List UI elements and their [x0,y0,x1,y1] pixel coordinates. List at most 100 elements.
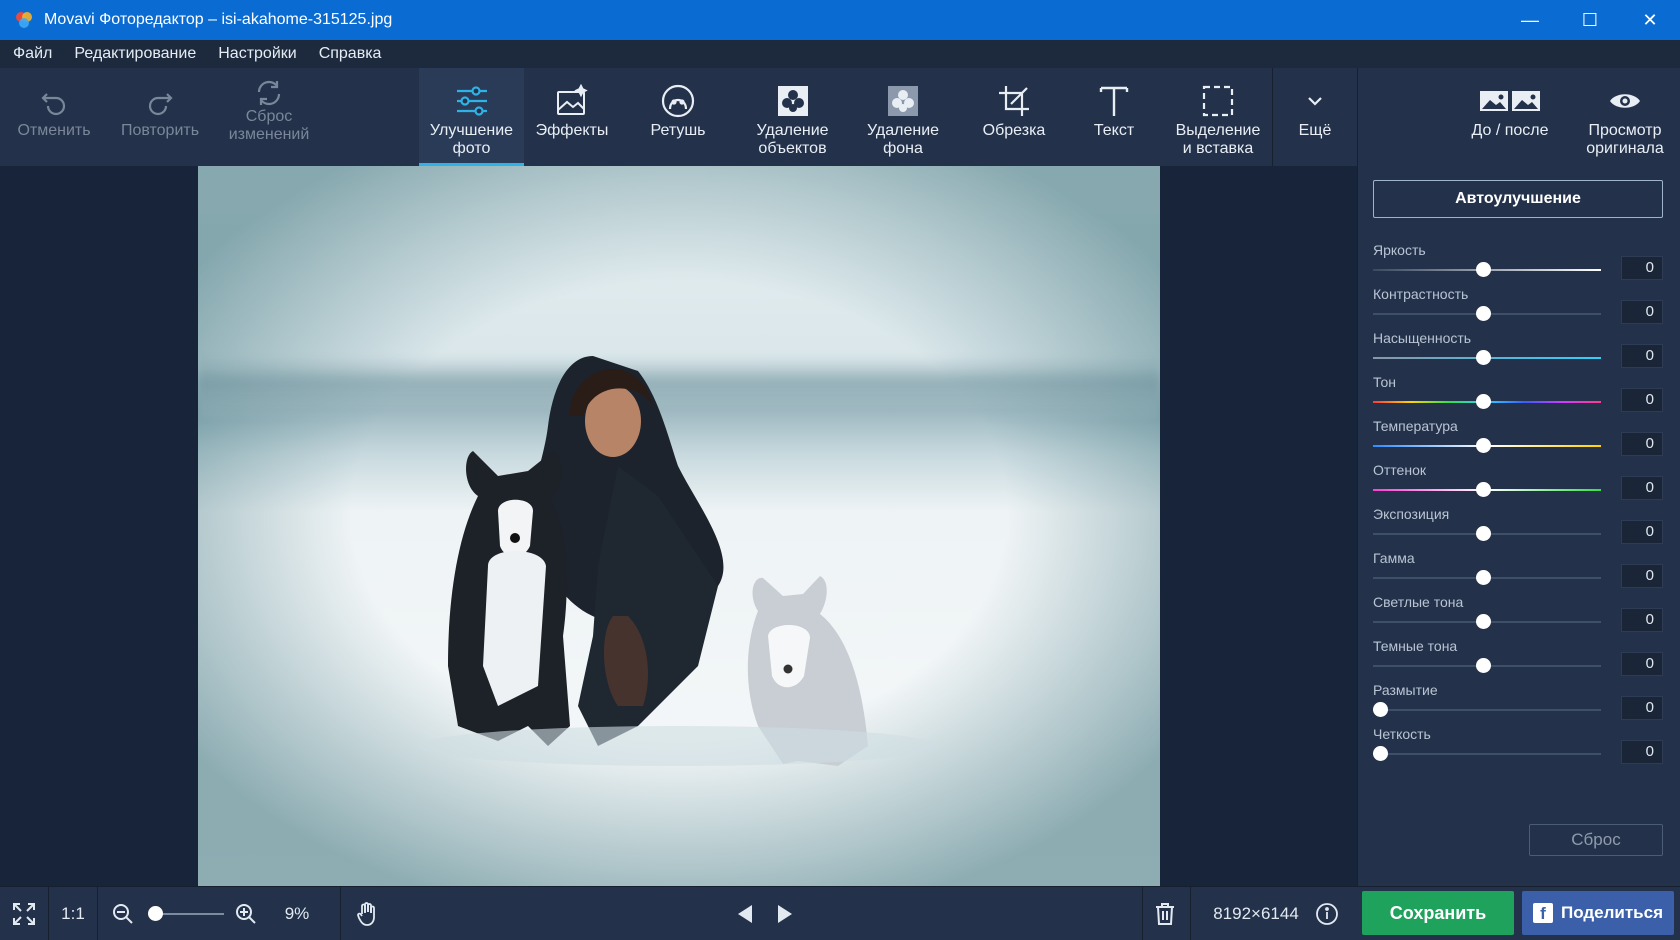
undo-label: Отменить [17,122,91,139]
slider-handle[interactable] [1476,306,1491,321]
reset-changes-label-2: изменений [228,126,310,143]
view-original-button[interactable]: Просмотр оригинала [1572,68,1678,166]
slider-value-input[interactable]: 0 [1621,476,1663,500]
slider-row: Размытие 0 [1373,682,1663,726]
slider-track[interactable] [1373,753,1601,755]
pan-tool-button[interactable] [350,887,384,940]
tool-photo-enhance[interactable]: Улучшение фото [419,68,524,166]
zoom-in-button[interactable] [231,887,261,940]
slider-handle[interactable] [1373,702,1388,717]
slider-value-input[interactable]: 0 [1621,740,1663,764]
redo-button[interactable]: Повторить [110,68,210,166]
tool-selection-insert[interactable]: Выделение и вставка [1164,68,1272,166]
slider-value-input[interactable]: 0 [1621,608,1663,632]
slider-value-input[interactable]: 0 [1621,520,1663,544]
tool-effects[interactable]: Эффекты [524,68,620,166]
menu-help[interactable]: Справка [319,45,382,63]
slider-handle[interactable] [1476,526,1491,541]
fullscreen-icon [13,903,35,925]
menu-file[interactable]: Файл [13,45,52,63]
before-after-button[interactable]: До / после [1450,68,1570,166]
slider-handle[interactable] [1476,658,1491,673]
next-photo-button[interactable] [768,887,802,940]
maximize-button[interactable]: ☐ [1560,0,1620,40]
reset-adjustments-button[interactable]: Сброс [1529,824,1663,856]
image-info-button[interactable] [1312,887,1342,940]
selection-icon [1202,85,1234,117]
tool-object-removal[interactable]: Удаление объектов [740,68,845,166]
tool-background-removal[interactable]: Удаление фона [855,68,951,166]
fit-screen-button[interactable] [0,887,48,940]
slider-row: Яркость 0 [1373,242,1663,286]
slider-value-input[interactable]: 0 [1621,432,1663,456]
slider-label: Насыщенность [1373,330,1472,346]
slider-handle[interactable] [1476,570,1491,585]
object-removal-icon [777,86,808,116]
slider-row: Насыщенность 0 [1373,330,1663,374]
slider-track[interactable] [1373,709,1601,711]
menu-settings[interactable]: Настройки [218,45,296,63]
view-original-label-1: Просмотр [1588,122,1662,139]
slider-row: Оттенок 0 [1373,462,1663,506]
actual-size-button[interactable]: 1:1 [49,887,97,940]
zoom-out-button[interactable] [108,887,138,940]
tool-retouch[interactable]: Ретушь [630,68,726,166]
close-button[interactable]: ✕ [1620,0,1680,40]
tool-crop-label: Обрезка [982,122,1046,139]
edited-photo[interactable] [198,166,1160,886]
tool-text[interactable]: Текст [1066,68,1162,166]
previous-photo-button[interactable] [728,887,762,940]
slider-handle[interactable] [1476,482,1491,497]
slider-handle[interactable] [1476,394,1491,409]
slider-value-input[interactable]: 0 [1621,256,1663,280]
zoom-percent: 9% [284,904,310,923]
minimize-button[interactable]: — [1500,0,1560,40]
canvas-area[interactable] [0,166,1357,886]
save-button[interactable]: Сохранить [1362,891,1514,935]
retouch-icon [661,84,695,118]
background-removal-icon [888,86,918,116]
slider-row: Экспозиция 0 [1373,506,1663,550]
slider-handle[interactable] [1476,614,1491,629]
maximize-icon: ☐ [1581,9,1599,30]
before-after-label: До / после [1471,122,1549,139]
image-dimensions: 8192×6144 [1213,904,1299,923]
slider-label: Тон [1373,374,1396,390]
status-separator [1142,887,1143,940]
hand-icon [357,902,375,926]
slider-row: Четкость 0 [1373,726,1663,770]
photo-subject [418,356,938,766]
more-tools-button[interactable]: Ещё [1273,68,1357,166]
slider-value-input[interactable]: 0 [1621,300,1663,324]
tool-retouch-label: Ретушь [650,122,706,139]
toolbar-separator [1357,68,1358,166]
movavi-logo-icon [16,12,32,28]
undo-button[interactable]: Отменить [4,68,104,166]
reset-changes-label-1: Сброс [245,108,293,125]
slider-value-input[interactable]: 0 [1621,344,1663,368]
slider-handle[interactable] [1476,262,1491,277]
zoom-slider-handle[interactable] [147,906,163,921]
photo-editor-window: Movavi Фоторедактор – isi-akahome-315125… [0,0,1680,940]
slider-handle[interactable] [1373,746,1388,761]
status-separator [97,887,98,940]
redo-label: Повторить [120,122,200,139]
trash-icon [1156,903,1174,925]
reset-changes-button[interactable]: Сброс изменений [214,68,324,166]
slider-value-input[interactable]: 0 [1621,564,1663,588]
menu-edit[interactable]: Редактирование [74,45,196,63]
auto-enhance-button[interactable]: Автоулучшение [1373,180,1663,218]
share-button[interactable]: f Поделиться [1522,891,1674,935]
slider-value-input[interactable]: 0 [1621,388,1663,412]
window-title: Movavi Фоторедактор – isi-akahome-315125… [44,11,393,28]
slider-value-input[interactable]: 0 [1621,652,1663,676]
menu-bar: Файл Редактирование Настройки Справка [0,40,1680,68]
effects-icon [557,84,588,115]
slider-handle[interactable] [1476,438,1491,453]
delete-photo-button[interactable] [1148,887,1182,940]
slider-handle[interactable] [1476,350,1491,365]
share-label: Поделиться [1560,903,1664,922]
slider-row: Контрастность 0 [1373,286,1663,330]
tool-crop[interactable]: Обрезка [966,68,1062,166]
slider-value-input[interactable]: 0 [1621,696,1663,720]
